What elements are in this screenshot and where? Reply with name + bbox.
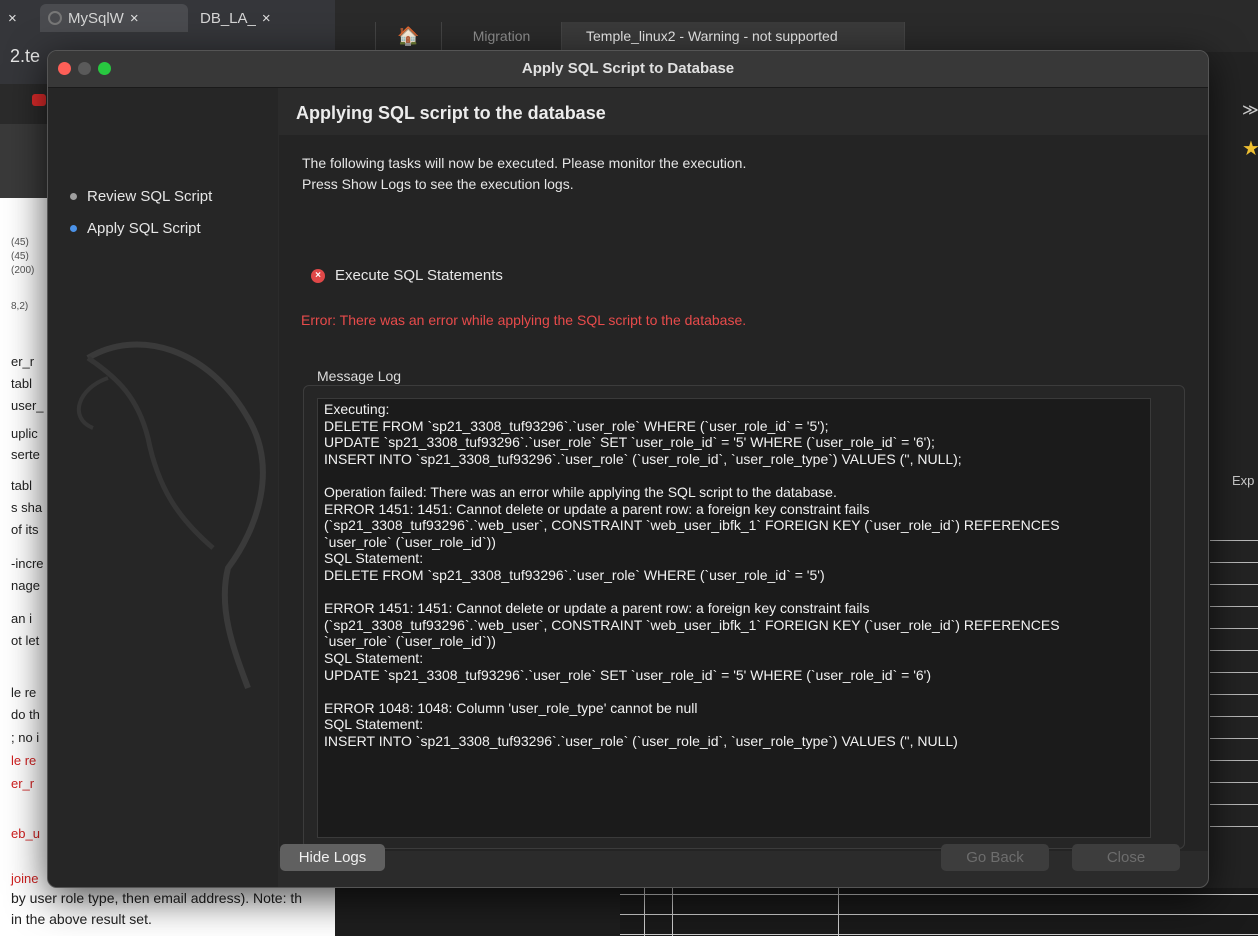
apply-sql-dialog: Apply SQL Script to Database Review SQL … — [47, 50, 1209, 888]
step-label: Apply SQL Script — [87, 220, 201, 237]
home-tab[interactable]: 🏠 — [375, 22, 441, 50]
doc-text: le re — [11, 685, 37, 700]
log-line: ERROR 1048: 1048: Column 'user_role_type… — [324, 699, 698, 716]
browser-tab-label: MySqlW — [68, 9, 124, 27]
task-execute-sql: × Execute SQL Statements — [311, 267, 503, 284]
step-review-sql: Review SQL Script — [70, 188, 212, 205]
address-text: 2.te — [10, 46, 41, 66]
tab-migration[interactable]: Migration — [441, 22, 561, 50]
result-grid-bottom — [620, 888, 1258, 936]
error-message: Error: There was an error while applying… — [301, 312, 747, 328]
doc-text: of its — [11, 522, 39, 537]
doc-text: by user role type, then email address). … — [11, 890, 303, 906]
doc-text: -incre — [11, 556, 44, 571]
browser-tab-db-lab[interactable]: DB_LA_ × — [192, 4, 332, 32]
log-line: UPDATE `sp21_3308_tuf93296`.`user_role` … — [324, 434, 935, 451]
doc-text-highlight: eb_u — [11, 826, 40, 841]
doc-text: in the above result set. — [11, 911, 152, 927]
log-line: DELETE FROM `sp21_3308_tuf93296`.`user_r… — [324, 566, 825, 583]
log-line: ERROR 1451: 1451: Cannot delete or updat… — [324, 500, 870, 517]
browser-tab[interactable]: × — [0, 4, 38, 32]
browser-tab-mysql[interactable]: MySqlW × — [40, 4, 188, 32]
log-line: SQL Statement: — [324, 649, 424, 666]
mysql-dolphin-icon — [76, 341, 266, 690]
overflow-chevron-icon[interactable]: ≫ — [1242, 100, 1258, 120]
globe-icon — [48, 11, 62, 25]
dialog-title: Apply SQL Script to Database — [521, 60, 735, 77]
message-log[interactable]: Executing: DELETE FROM `sp21_3308_tuf9329… — [317, 398, 1151, 838]
col-type: (45) — [11, 237, 29, 248]
doc-text: an i — [11, 611, 32, 626]
doc-text: nage — [11, 578, 40, 593]
result-grid — [1210, 540, 1258, 870]
log-line: SQL Statement: — [324, 550, 424, 567]
close-icon[interactable]: × — [130, 10, 139, 27]
error-icon: × — [311, 268, 325, 283]
star-icon[interactable]: ★ — [1242, 136, 1258, 161]
doc-text: do th — [11, 707, 40, 722]
col-type: (45) — [11, 251, 29, 262]
step-apply-sql: Apply SQL Script — [70, 220, 201, 237]
step-label: Review SQL Script — [87, 188, 213, 205]
hide-logs-button[interactable]: Hide Logs — [280, 844, 385, 871]
doc-text-highlight: er_r — [11, 776, 35, 791]
doc-text: tabl — [11, 478, 32, 493]
go-back-button[interactable]: Go Back — [941, 844, 1049, 871]
export-button[interactable]: Exp — [1232, 473, 1254, 488]
doc-text-highlight: le re — [11, 753, 37, 768]
doc-text: uplic — [11, 426, 38, 441]
wizard-sidebar: Review SQL Script Apply SQL Script — [48, 88, 278, 887]
log-line: Executing: — [324, 401, 390, 417]
dialog-titlebar: Apply SQL Script to Database — [48, 51, 1208, 88]
log-line: DELETE FROM `sp21_3308_tuf93296`.`user_r… — [324, 417, 829, 434]
log-line: (`sp21_3308_tuf93296`.`web_user`, CONSTR… — [324, 616, 1060, 633]
home-icon: 🏠 — [397, 25, 420, 46]
task-label: Execute SQL Statements — [335, 267, 503, 284]
log-line: `user_role` (`user_role_id`)) — [324, 633, 496, 650]
page-title: Applying SQL script to the database — [296, 103, 606, 123]
log-line: `user_role` (`user_role_id`)) — [324, 533, 496, 550]
log-line: INSERT INTO `sp21_3308_tuf93296`.`user_r… — [324, 450, 962, 467]
log-line: INSERT INTO `sp21_3308_tuf93296`.`user_r… — [324, 732, 958, 749]
log-line: (`sp21_3308_tuf93296`.`web_user`, CONSTR… — [324, 517, 1060, 534]
doc-text-highlight: joine — [11, 871, 39, 886]
doc-text: ot let — [11, 633, 40, 648]
log-line: SQL Statement: — [324, 716, 424, 733]
step-bullet — [70, 193, 77, 200]
close-icon[interactable]: × — [8, 10, 17, 27]
youtube-icon[interactable] — [32, 94, 46, 106]
doc-text: s sha — [11, 500, 43, 515]
log-line: ERROR 1451: 1451: Cannot delete or updat… — [324, 600, 870, 617]
browser-tab-bar: × MySqlW × DB_LA_ × — [0, 0, 335, 36]
description-line: The following tasks will now be executed… — [302, 155, 747, 171]
description-line: Press Show Logs to see the execution log… — [302, 176, 574, 192]
doc-text: user_ — [11, 398, 44, 413]
close-button[interactable]: Close — [1072, 844, 1180, 871]
workbench-tab-bar: 🏠 Migration Temple_linux2 - Warning - no… — [335, 0, 1258, 52]
doc-text: tabl — [11, 376, 32, 391]
col-type: (200) — [11, 265, 35, 276]
step-bullet-current — [70, 225, 77, 232]
log-line: Operation failed: There was an error whi… — [324, 483, 837, 500]
close-icon[interactable]: × — [262, 10, 271, 27]
doc-text: ; no i — [11, 730, 40, 745]
dialog-content: The following tasks will now be executed… — [279, 135, 1208, 851]
doc-text: serte — [11, 447, 40, 462]
log-line: UPDATE `sp21_3308_tuf93296`.`user_role` … — [324, 666, 931, 683]
browser-tab-label: DB_LA_ — [200, 9, 256, 27]
message-log-group: Executing: DELETE FROM `sp21_3308_tuf9329… — [303, 385, 1185, 849]
doc-text: er_r — [11, 354, 35, 369]
col-type: 8,2) — [11, 301, 29, 312]
message-log-label: Message Log — [317, 368, 402, 384]
tab-connection[interactable]: Temple_linux2 - Warning - not supported — [561, 22, 905, 50]
